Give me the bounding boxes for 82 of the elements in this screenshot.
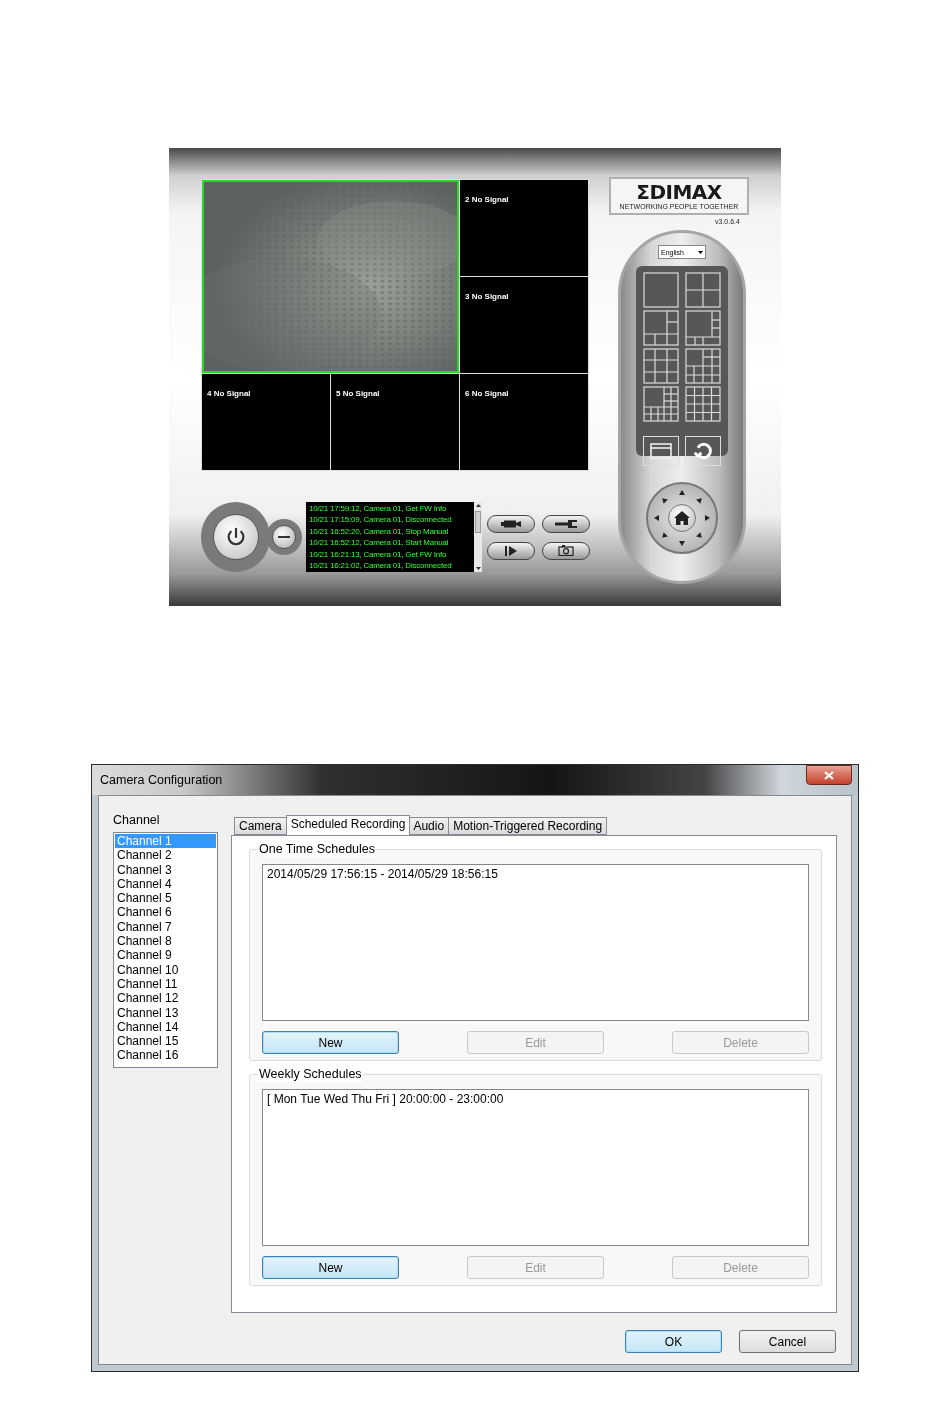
channel-item[interactable]: Channel 14 [115, 1019, 216, 1035]
layout-icon[interactable] [643, 348, 679, 384]
channel-item[interactable]: Channel 5 [115, 891, 216, 906]
power-button[interactable] [212, 514, 259, 560]
fullscreen-button[interactable] [643, 436, 679, 466]
video-tile[interactable]: 5 No Signal [331, 374, 459, 470]
video-tile[interactable]: 3 No Signal [460, 277, 588, 373]
schedule-item[interactable]: 2014/05/29 17:56:15 - 2014/05/29 18:56:15 [267, 867, 808, 882]
group-title: Weekly Schedules [258, 1067, 363, 1082]
rotate-button[interactable] [685, 436, 721, 466]
close-icon [824, 770, 834, 780]
close-button[interactable] [806, 765, 852, 785]
tile-label: 5 No Signal [336, 389, 380, 398]
tile-label: 3 No Signal [465, 292, 509, 301]
window-icon [650, 443, 672, 459]
tab[interactable]: Audio [408, 817, 450, 835]
channel-item[interactable]: Channel 6 [115, 905, 216, 920]
minimize-button[interactable] [272, 525, 297, 549]
log-entry: 10/21 17:59:12, Camera 01, Get FW Info [308, 503, 448, 515]
scroll-down-icon[interactable] [475, 567, 481, 570]
tab[interactable]: Camera [234, 817, 287, 835]
channel-item[interactable]: Channel 9 [115, 948, 216, 963]
camera-icon [557, 545, 574, 556]
dropdown-caret-icon [698, 250, 703, 254]
layout-icon[interactable] [685, 386, 721, 422]
dialog-button[interactable]: Cancel [739, 1330, 836, 1353]
channel-item[interactable]: Channel 7 [115, 919, 216, 935]
log-entry: 10/21 16:52:20, Camera 01, Stop Manual [308, 525, 450, 538]
schedule-button[interactable]: New [262, 1256, 399, 1279]
video-tile[interactable]: 6 No Signal [460, 374, 588, 470]
tile-label: 2 No Signal [465, 195, 509, 204]
group-title: One Time Schedules [258, 842, 377, 857]
tile-label: 4 No Signal [207, 389, 251, 398]
schedule-item[interactable]: [ Mon Tue Wed Thu Fri ] 20:00:00 - 23:00:00 [267, 1092, 808, 1107]
dialog-button[interactable]: OK [625, 1330, 722, 1353]
channel-item[interactable]: Channel 16 [115, 1048, 216, 1063]
play-icon [505, 545, 518, 556]
layout-icon[interactable] [685, 272, 721, 308]
channel-item[interactable]: Channel 8 [115, 934, 216, 949]
channel-item[interactable]: Channel 2 [115, 848, 216, 863]
channel-item[interactable]: Channel 12 [115, 991, 216, 1006]
log-entry: 10/21 16:21:13, Camera 01, Get FW Info [308, 548, 448, 561]
minus-icon [278, 535, 291, 539]
schedule-list[interactable]: 2014/05/29 17:56:15 - 2014/05/29 18:56:15 [262, 864, 809, 1021]
settings-button[interactable] [541, 514, 590, 533]
schedule-list[interactable]: [ Mon Tue Wed Thu Fri ] 20:00:00 - 23:00:00 [262, 1089, 809, 1246]
schedule-button[interactable]: New [262, 1031, 399, 1054]
scroll-up-icon[interactable] [475, 504, 481, 507]
log-entry: 10/21 16:52:12, Camera 01, Start Manual [308, 537, 450, 549]
playback-button[interactable] [487, 541, 536, 560]
video-tile[interactable]: 2 No Signal [460, 180, 588, 276]
refresh-icon [693, 441, 713, 461]
channel-label: Channel [113, 812, 161, 828]
snapshot-button[interactable] [541, 541, 590, 560]
channel-item[interactable]: Channel 15 [115, 1034, 216, 1049]
layout-icon[interactable] [643, 310, 679, 346]
camcorder-icon [501, 519, 522, 528]
scrollbar[interactable] [474, 502, 483, 572]
layout-icon[interactable] [685, 348, 721, 384]
video-tile[interactable]: 4 No Signal [202, 374, 330, 470]
tab[interactable]: Motion-Triggered Recording [448, 817, 608, 835]
log-entry: 10/21 17:15:09, Camera 01, Disconnected [308, 514, 453, 526]
layout-icon[interactable] [643, 272, 679, 308]
channel-item[interactable]: Channel 3 [115, 862, 216, 877]
home-button[interactable] [668, 504, 696, 532]
record-button[interactable] [487, 514, 536, 533]
home-icon [674, 511, 690, 525]
tab[interactable]: Scheduled Recording [285, 815, 411, 835]
channel-item[interactable]: Channel 11 [115, 976, 216, 992]
channel-list[interactable]: Channel 1 Channel 2 Channel 3 Channel 4 Channel 5 Channel 6 Channel 7 Channel 8 Channel 9 Channel 10 Channel 11 Channel 12 Channel 13 Channel 14 Channel 15 Channel 16 [113, 832, 218, 1068]
tile-label: 6 No Signal [465, 389, 509, 398]
channel-item[interactable]: Channel 13 [115, 1005, 216, 1020]
direction-arrows-icon [652, 488, 712, 548]
layout-icon[interactable] [643, 386, 679, 422]
channel-item[interactable]: Channel 4 [115, 876, 216, 892]
channel-item[interactable]: Channel 10 [115, 962, 216, 977]
window-title: Camera Configuration [100, 771, 223, 789]
log-entry: 10/21 16:21:02, Camera 01, Disconnected [308, 560, 453, 572]
wrench-icon [554, 519, 577, 528]
brand-name: ΣDIMAX [636, 182, 722, 202]
layout-icon[interactable] [685, 310, 721, 346]
event-log[interactable] [305, 502, 483, 572]
